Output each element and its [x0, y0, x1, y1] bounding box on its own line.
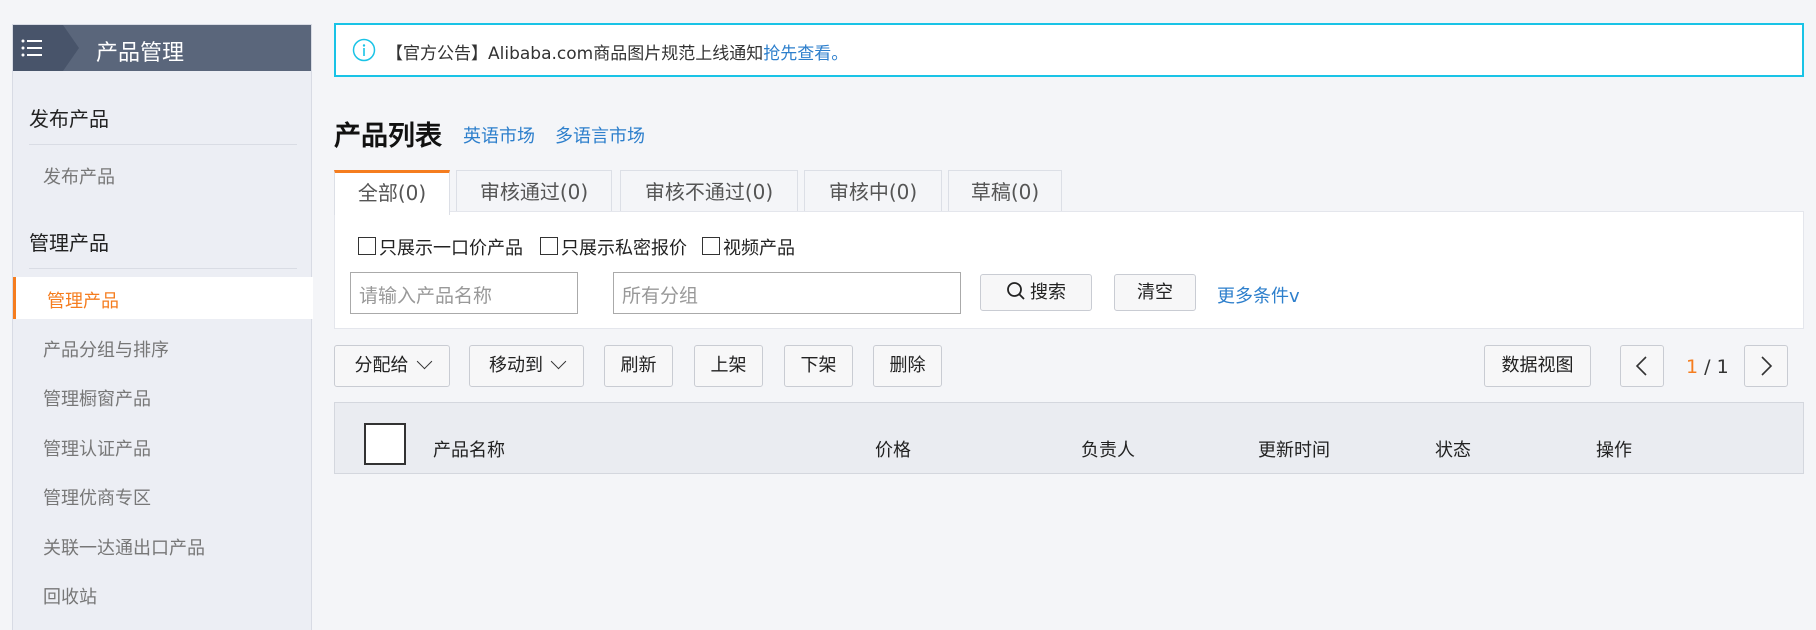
prev-page-button[interactable] — [1620, 345, 1664, 387]
search-button[interactable]: 搜索 — [980, 274, 1092, 311]
sidebar-item-manage-products[interactable]: 管理产品 — [13, 277, 313, 319]
column-updated-time: 更新时间 — [1258, 440, 1330, 461]
fixed-price-checkbox[interactable]: 只展示一口价产品 — [358, 234, 523, 260]
divider — [29, 144, 297, 145]
announcement-message: 【官方公告】Alibaba.com商品图片规范上线通知 — [386, 44, 764, 64]
column-actions: 操作 — [1596, 440, 1632, 461]
list-menu-icon — [21, 39, 42, 57]
menu-button[interactable] — [13, 25, 79, 71]
more-conditions-link[interactable]: 更多条件v — [1217, 282, 1300, 308]
announcement-text: 【官方公告】Alibaba.com商品图片规范上线通知抢先查看。 — [386, 39, 848, 64]
current-page: 1 — [1686, 356, 1699, 378]
column-price: 价格 — [875, 440, 911, 461]
announcement-banner: 【官方公告】Alibaba.com商品图片规范上线通知抢先查看。 — [334, 23, 1804, 77]
sidebar-item-recycle-bin[interactable]: 回收站 — [43, 583, 97, 609]
sidebar-item-groups[interactable]: 产品分组与排序 — [43, 336, 169, 362]
assign-label: 分配给 — [354, 355, 409, 376]
checkbox-label: 视频产品 — [723, 238, 795, 259]
private-quote-checkbox[interactable]: 只展示私密报价 — [540, 234, 687, 260]
tab-approved[interactable]: 审核通过(0) — [456, 170, 612, 214]
sidebar-title: 产品管理 — [96, 41, 185, 66]
sidebar-item-publish-product[interactable]: 发布产品 — [43, 163, 115, 189]
checkbox-box[interactable] — [702, 237, 720, 255]
sidebar-item-premium-zone[interactable]: 管理优商专区 — [43, 484, 151, 510]
delete-button[interactable]: 删除 — [873, 345, 942, 387]
shelve-button[interactable]: 上架 — [694, 345, 763, 387]
tab-drafts[interactable]: 草稿(0) — [948, 170, 1062, 214]
checkbox-box[interactable] — [540, 237, 558, 255]
checkbox-label: 只展示一口价产品 — [379, 238, 523, 259]
tab-rejected[interactable]: 审核不通过(0) — [620, 170, 798, 214]
checkbox-label: 只展示私密报价 — [561, 238, 687, 259]
sidebar-header: 产品管理 — [13, 25, 311, 71]
refresh-button[interactable]: 刷新 — [604, 345, 673, 387]
product-name-input[interactable]: 请输入产品名称 — [350, 272, 578, 314]
column-owner: 负责人 — [1081, 440, 1135, 461]
chevron-right-icon — [1761, 356, 1773, 376]
clear-button[interactable]: 清空 — [1114, 274, 1196, 311]
search-icon — [1007, 282, 1025, 300]
column-product-name: 产品名称 — [433, 440, 505, 461]
chevron-down-icon — [550, 353, 567, 370]
sidebar-item-certified[interactable]: 管理认证产品 — [43, 435, 151, 461]
multilingual-market-link[interactable]: 多语言市场 — [555, 122, 645, 148]
search-button-label: 搜索 — [1030, 282, 1066, 303]
sidebar-item-showcase[interactable]: 管理橱窗产品 — [43, 385, 151, 411]
chevron-down-icon — [416, 353, 432, 370]
filter-panel: 只展示一口价产品 只展示私密报价 视频产品 请输入产品名称 所有分组 搜索 清空… — [334, 211, 1804, 329]
sidebar-section-publish: 发布产品 — [29, 107, 109, 131]
sidebar-item-label: 管理产品 — [47, 291, 119, 312]
video-product-checkbox[interactable]: 视频产品 — [702, 234, 795, 260]
page-indicator: 1 / 1 — [1686, 356, 1729, 378]
sidebar: 产品管理 发布产品 发布产品 管理产品 管理产品 产品分组与排序 管理橱窗产品 … — [12, 24, 313, 630]
group-select[interactable]: 所有分组 — [613, 272, 961, 314]
sidebar-item-export-link[interactable]: 关联一达通出口产品 — [43, 534, 205, 560]
tab-reviewing[interactable]: 审核中(0) — [804, 170, 942, 214]
total-pages: / 1 — [1698, 356, 1729, 378]
unshelve-button[interactable]: 下架 — [784, 345, 853, 387]
chevron-left-icon — [1635, 356, 1647, 376]
select-all-checkbox[interactable] — [364, 423, 406, 465]
page-title: 产品列表 — [334, 121, 442, 152]
info-icon — [352, 38, 376, 62]
checkbox-box[interactable] — [358, 237, 376, 255]
column-status: 状态 — [1435, 440, 1471, 461]
announcement-link[interactable]: 抢先查看。 — [763, 44, 848, 64]
tab-all[interactable]: 全部(0) — [334, 170, 450, 215]
sidebar-section-manage: 管理产品 — [29, 231, 109, 255]
next-page-button[interactable] — [1744, 345, 1788, 387]
english-market-link[interactable]: 英语市场 — [463, 122, 535, 148]
assign-dropdown[interactable]: 分配给 — [334, 345, 450, 387]
divider — [29, 268, 297, 269]
move-label: 移动到 — [489, 355, 543, 376]
move-to-dropdown[interactable]: 移动到 — [469, 345, 584, 387]
table-header: 产品名称 价格 负责人 更新时间 状态 操作 — [334, 402, 1804, 474]
data-view-button[interactable]: 数据视图 — [1484, 345, 1591, 387]
